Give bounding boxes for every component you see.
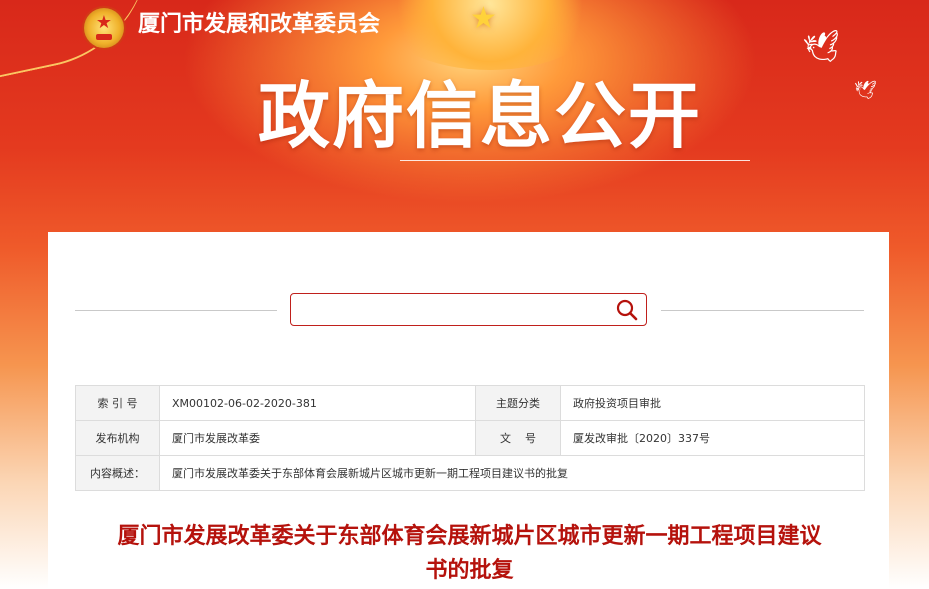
search-divider-left	[75, 310, 277, 311]
document-title: 厦门市发展改革委关于东部体育会展新城片区城市更新一期工程项目建议 书的批复	[75, 520, 864, 588]
search-box	[290, 293, 647, 326]
summary-label: 内容概述：	[75, 455, 160, 491]
document-metadata-table: 索 引 号 XM00102-06-02-2020-381 主题分类 政府投资项目…	[75, 385, 865, 491]
dove-icon: 🕊	[801, 27, 845, 70]
search-divider-right	[661, 310, 864, 311]
page-banner-title: 政府信息公开	[258, 74, 703, 158]
national-emblem-icon	[84, 8, 124, 48]
document-number-label: 文 号	[475, 420, 561, 456]
search-input[interactable]	[299, 299, 603, 323]
star-icon: ★	[470, 1, 497, 36]
search-icon[interactable]	[614, 298, 640, 322]
document-title-line: 厦门市发展改革委关于东部体育会展新城片区城市更新一期工程项目建议	[117, 524, 822, 549]
summary-value: 厦门市发展改革委关于东部体育会展新城片区城市更新一期工程项目建议书的批复	[159, 455, 865, 491]
document-title-line: 书的批复	[425, 558, 514, 583]
table-row: 索 引 号 XM00102-06-02-2020-381 主题分类 政府投资项目…	[75, 385, 865, 421]
index-number-label: 索 引 号	[75, 385, 160, 421]
publisher-value: 厦门市发展改革委	[159, 420, 476, 456]
site-org-name[interactable]: 厦门市发展和改革委员会	[138, 12, 380, 38]
title-underline	[400, 160, 750, 161]
table-row: 内容概述： 厦门市发展改革委关于东部体育会展新城片区城市更新一期工程项目建议书的…	[75, 455, 865, 491]
topic-category-value: 政府投资项目审批	[560, 385, 865, 421]
topic-category-label: 主题分类	[475, 385, 561, 421]
dove-icon: 🕊	[854, 80, 877, 101]
document-number-value: 厦发改审批〔2020〕337号	[560, 420, 865, 456]
index-number-value: XM00102-06-02-2020-381	[159, 385, 476, 421]
publisher-label: 发布机构	[75, 420, 160, 456]
table-row: 发布机构 厦门市发展改革委 文 号 厦发改审批〔2020〕337号	[75, 420, 865, 456]
